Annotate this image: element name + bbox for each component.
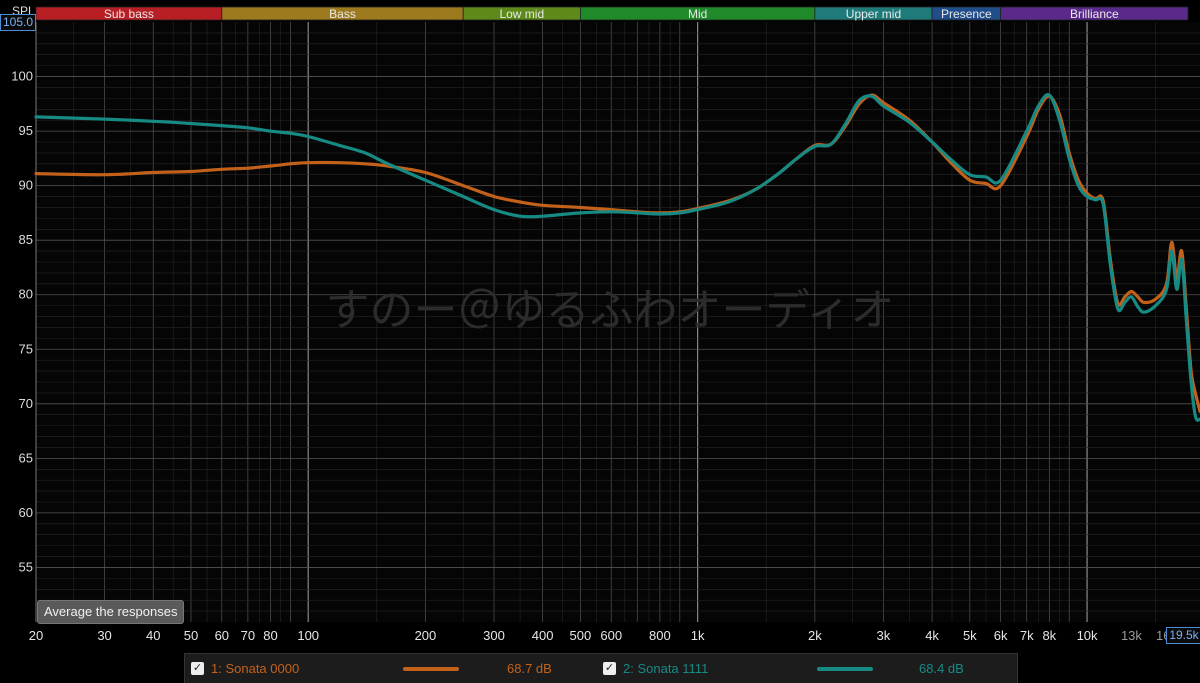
legend-swatch-2: [817, 667, 873, 671]
band-label: Mid: [688, 7, 707, 21]
band-label: Low mid: [499, 7, 544, 21]
y-tick-label: 85: [19, 232, 33, 247]
band-label: Upper mid: [846, 7, 901, 21]
x-tick-label: 80: [263, 628, 277, 643]
x-tick-label: 10k: [1077, 628, 1098, 643]
x-tick-label: 70: [241, 628, 255, 643]
band-label: Brilliance: [1070, 7, 1119, 21]
x-tick-label: 300: [483, 628, 505, 643]
y-axis-ticks: 55 60 65 70 75 80 85 90 95 100: [11, 69, 33, 575]
band-label: Presence: [941, 7, 992, 21]
x-tick-label: 400: [532, 628, 554, 643]
x-tick-label: 500: [570, 628, 592, 643]
x-tick-label: 13k: [1121, 628, 1142, 643]
frequency-response-chart[interactable]: Sub bass Bass Low mid Mid Upper mid Presence B…: [0, 0, 1200, 682]
x-tick-label: 100: [297, 628, 319, 643]
legend-item-1[interactable]: ✓ 1: Sonata 0000: [191, 654, 299, 683]
legend-bar: ✓ 1: Sonata 0000 68.7 dB ✓ 2: Sonata 111…: [184, 653, 1018, 683]
x-tick-label: 1k: [691, 628, 705, 643]
band-label: Bass: [329, 7, 356, 21]
legend-checkbox-2[interactable]: ✓: [603, 662, 616, 675]
frequency-band-header: Sub bass Bass Low mid Mid Upper mid Presence B…: [35, 6, 1189, 21]
y-tick-label: 70: [19, 396, 33, 411]
x-tick-label: 7k: [1020, 628, 1034, 643]
x-max-input[interactable]: 19.5k: [1166, 627, 1200, 644]
y-tick-label: 95: [19, 123, 33, 138]
legend-item-2[interactable]: ✓ 2: Sonata 1111: [603, 654, 708, 683]
y-max-input[interactable]: 105.0: [0, 14, 36, 31]
x-tick-label: 4k: [925, 628, 939, 643]
y-tick-label: 100: [11, 69, 33, 84]
x-tick-label: 6k: [994, 628, 1008, 643]
y-tick-label: 55: [19, 559, 33, 574]
legend-value-2: 68.4 dB: [919, 661, 964, 676]
x-tick-label: 2k: [808, 628, 822, 643]
x-tick-label: 5k: [963, 628, 977, 643]
x-tick-label: 60: [215, 628, 229, 643]
x-tick-label: 40: [146, 628, 160, 643]
legend-checkbox-1[interactable]: ✓: [191, 662, 204, 675]
x-tick-label: 20: [29, 628, 43, 643]
y-tick-label: 65: [19, 450, 33, 465]
x-tick-label: 800: [649, 628, 671, 643]
legend-value-1: 68.7 dB: [507, 661, 552, 676]
y-tick-label: 60: [19, 505, 33, 520]
legend-swatch-1: [403, 667, 459, 671]
x-tick-label: 200: [415, 628, 437, 643]
average-responses-button[interactable]: Average the responses: [37, 600, 185, 624]
x-tick-label: 8k: [1042, 628, 1056, 643]
x-axis-ticks: 20 30 40 50 60 70 80 100 200 300 400 500 600 800 1k 2k 3…: [29, 628, 1178, 643]
x-tick-label: 3k: [877, 628, 891, 643]
legend-name-1: 1: Sonata 0000: [211, 661, 300, 676]
y-tick-label: 80: [19, 287, 33, 302]
watermark: すのー＠ゆるふわオーディオ: [326, 286, 895, 335]
x-tick-label: 600: [600, 628, 622, 643]
legend-name-2: 2: Sonata 1111: [623, 661, 709, 676]
x-tick-label: 30: [97, 628, 111, 643]
y-tick-label: 75: [19, 341, 33, 356]
x-tick-label: 50: [184, 628, 198, 643]
band-label: Sub bass: [104, 7, 154, 21]
y-tick-label: 90: [19, 178, 33, 193]
